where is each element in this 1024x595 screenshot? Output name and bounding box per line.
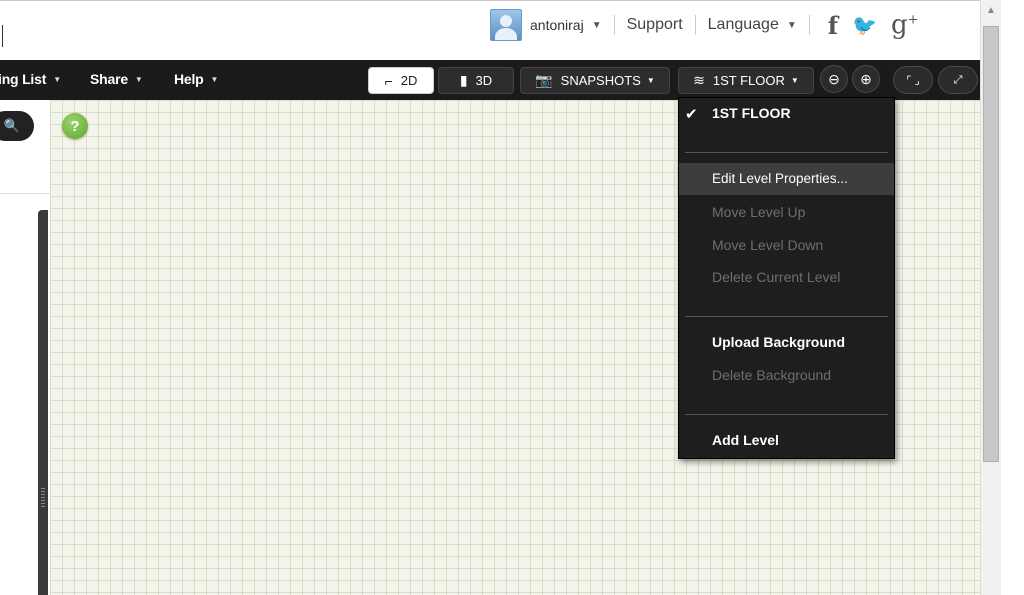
floor-dropdown-menu: ✔ 1ST FLOOR Edit Level Properties... Mov… — [678, 97, 895, 459]
scroll-thumb[interactable] — [983, 26, 999, 462]
scroll-up-arrow-icon[interactable]: ▲ — [981, 0, 1001, 22]
divider — [613, 15, 615, 35]
header-bar: antoniraj ▼ Support Language ▼ f 🐦 g+ — [0, 0, 980, 61]
menu-item-edit-level-properties[interactable]: Edit Level Properties... — [712, 171, 848, 186]
floor-selector[interactable]: ≋ 1ST FLOOR ▼ — [678, 67, 814, 94]
menu-item-delete-background: Delete Background — [712, 367, 832, 383]
menu-separator — [685, 414, 888, 415]
language-selector[interactable]: Language — [708, 16, 779, 34]
twitter-icon[interactable]: 🐦 — [852, 13, 877, 37]
menu-item-move-level-down: Move Level Down — [712, 237, 824, 253]
floorplan-icon: ⌐ — [384, 72, 393, 89]
vertical-scrollbar[interactable]: ▲ — [980, 0, 1001, 595]
help-icon[interactable]: ? — [62, 113, 88, 139]
menu-separator — [685, 316, 888, 317]
page-gutter — [1001, 0, 1024, 595]
divider — [694, 15, 696, 35]
cube-icon: ▮ — [459, 72, 468, 88]
menu-share[interactable]: Share ▼ — [90, 71, 143, 87]
snapshots-button[interactable]: 📷 SNAPSHOTS ▼ — [520, 67, 670, 94]
zoom-in-icon[interactable]: ⊕ — [852, 65, 880, 93]
menu-item-add-level[interactable]: Add Level — [712, 432, 779, 448]
fit-view-icon[interactable]: ⌜ ⌟ — [893, 66, 933, 94]
menu-help[interactable]: Help ▼ — [174, 71, 218, 87]
panel-resize-bar[interactable] — [38, 210, 48, 595]
chevron-down-icon[interactable]: ▼ — [592, 20, 602, 31]
text-cursor — [2, 25, 3, 47]
menu-item-current-level[interactable]: 1ST FLOOR — [712, 105, 791, 121]
checkmark-icon: ✔ — [685, 106, 698, 123]
zoom-out-icon[interactable]: ⊖ — [820, 65, 848, 93]
support-link[interactable]: Support — [627, 16, 683, 34]
avatar[interactable] — [490, 9, 522, 41]
menu-item-move-level-up: Move Level Up — [712, 204, 806, 220]
layers-icon: ≋ — [693, 72, 705, 88]
google-plus-icon[interactable]: g+ — [891, 10, 919, 40]
menu-separator — [685, 152, 888, 153]
main-toolbar: ing List ▼ Share ▼ Help ▼ ⌐ 2D ▮ 3D 📷 SNAPSHOT… — [0, 60, 980, 100]
view-2d-button[interactable]: ⌐ 2D — [368, 67, 434, 94]
menu-item-delete-current-level: Delete Current Level — [712, 269, 841, 285]
divider — [808, 15, 810, 35]
user-area: antoniraj ▼ Support Language ▼ f 🐦 g+ — [490, 7, 919, 43]
divider — [0, 193, 50, 194]
camera-icon: 📷 — [535, 72, 553, 88]
chevron-down-icon[interactable]: ▼ — [787, 20, 797, 31]
facebook-icon[interactable]: f — [828, 11, 838, 40]
menu-item-upload-background[interactable]: Upload Background — [712, 334, 845, 350]
search-icon[interactable]: 🔍 — [0, 111, 34, 141]
menu-shopping-list[interactable]: ing List ▼ — [0, 71, 61, 87]
username[interactable]: antoniraj — [530, 17, 584, 33]
view-3d-button[interactable]: ▮ 3D — [438, 67, 514, 94]
resize-handle[interactable] — [41, 488, 45, 508]
fullscreen-icon[interactable]: ⤢ — [938, 66, 978, 94]
